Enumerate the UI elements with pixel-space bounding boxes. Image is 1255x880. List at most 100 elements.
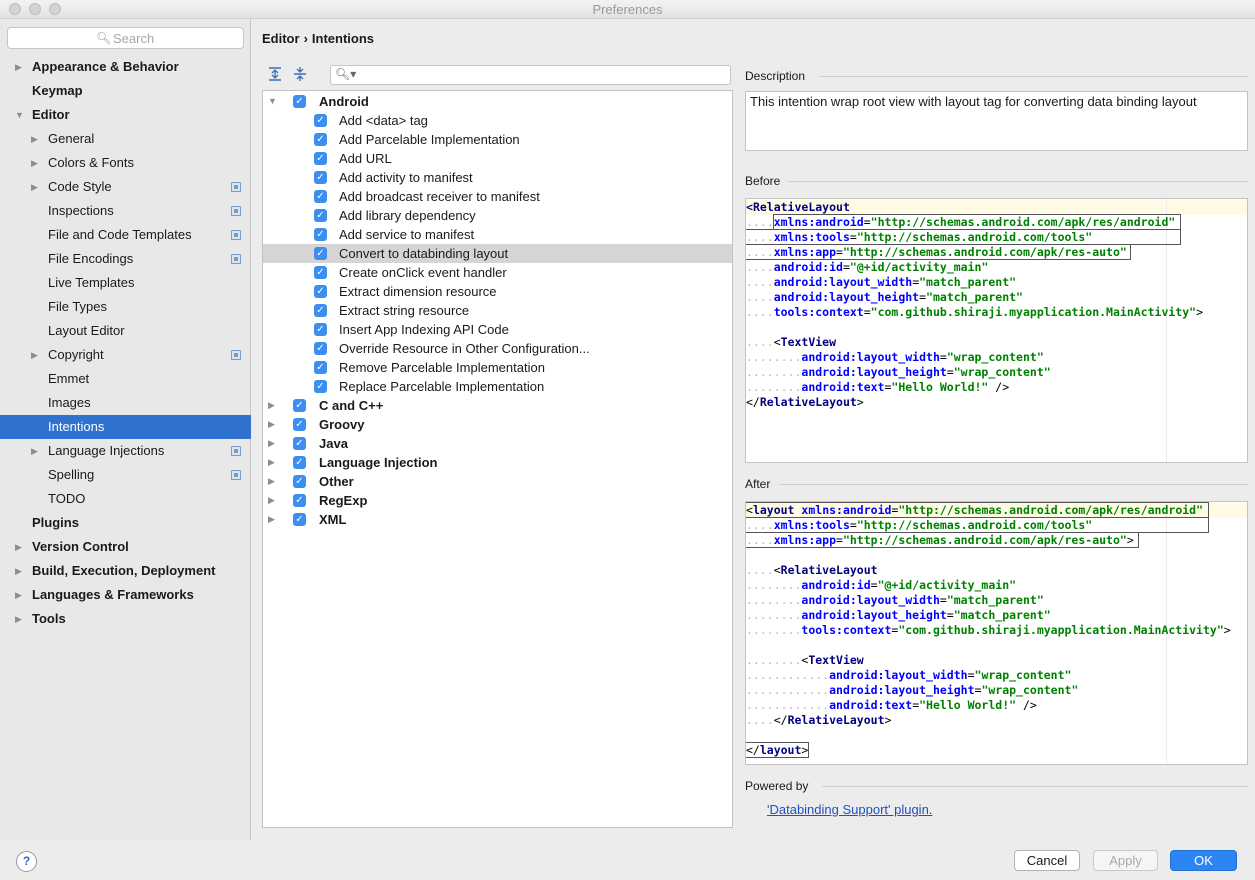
sidebar-item[interactable]: Intentions xyxy=(0,415,251,439)
intention-row[interactable]: ✓ Override Resource in Other Configuratio… xyxy=(263,339,732,358)
sidebar-item[interactable]: ▶ Copyright xyxy=(0,343,251,367)
chevron-down-icon[interactable]: ▼ xyxy=(15,103,24,127)
chevron-right-icon[interactable]: ▶ xyxy=(15,535,22,559)
sidebar-item[interactable]: ▶ Version Control xyxy=(0,535,251,559)
chevron-right-icon[interactable]: ▶ xyxy=(268,472,275,491)
intention-row[interactable]: ▶ ✓ Groovy xyxy=(263,415,732,434)
apply-button[interactable]: Apply xyxy=(1093,850,1158,871)
intention-row[interactable]: ✓ Add <data> tag xyxy=(263,111,732,130)
intention-row[interactable]: ✓ Add library dependency xyxy=(263,206,732,225)
chevron-right-icon[interactable]: ▶ xyxy=(15,559,22,583)
sidebar-item[interactable]: Spelling xyxy=(0,463,251,487)
chevron-right-icon[interactable]: ▶ xyxy=(15,607,22,631)
intention-row[interactable]: ▶ ✓ C and C++ xyxy=(263,396,732,415)
intention-checkbox[interactable]: ✓ xyxy=(314,190,327,203)
intention-checkbox[interactable]: ✓ xyxy=(314,361,327,374)
intention-checkbox[interactable]: ✓ xyxy=(293,513,306,526)
chevron-right-icon[interactable]: ▶ xyxy=(31,439,38,463)
help-button[interactable]: ? xyxy=(16,851,37,872)
chevron-right-icon[interactable]: ▶ xyxy=(15,55,22,79)
chevron-right-icon[interactable]: ▶ xyxy=(268,453,275,472)
intention-row[interactable]: ✓ Add service to manifest xyxy=(263,225,732,244)
sidebar-item[interactable]: ▶ Build, Execution, Deployment xyxy=(0,559,251,583)
intention-row[interactable]: ✓ Add broadcast receiver to manifest xyxy=(263,187,732,206)
intention-checkbox[interactable]: ✓ xyxy=(314,228,327,241)
code-token: RelativeLayout xyxy=(759,395,857,409)
chevron-right-icon[interactable]: ▶ xyxy=(268,510,275,529)
sidebar-item[interactable]: File Encodings xyxy=(0,247,251,271)
sidebar-item[interactable]: ▶ Tools xyxy=(0,607,251,631)
sidebar-item[interactable]: ▶ Code Style xyxy=(0,175,251,199)
intention-checkbox[interactable]: ✓ xyxy=(293,418,306,431)
sidebar-item[interactable]: ▶ Languages & Frameworks xyxy=(0,583,251,607)
intention-checkbox[interactable]: ✓ xyxy=(293,437,306,450)
chevron-right-icon[interactable]: ▶ xyxy=(31,151,38,175)
sidebar-item[interactable]: Layout Editor xyxy=(0,319,251,343)
sidebar-item[interactable]: File Types xyxy=(0,295,251,319)
collapse-all-icon[interactable] xyxy=(292,66,308,82)
chevron-right-icon[interactable]: ▶ xyxy=(31,127,38,151)
intention-checkbox[interactable]: ✓ xyxy=(314,114,327,127)
intention-row[interactable]: ▼ ✓ Android xyxy=(263,92,732,111)
intention-checkbox[interactable]: ✓ xyxy=(293,399,306,412)
intention-row[interactable]: ▶ ✓ Other xyxy=(263,472,732,491)
sidebar-item[interactable]: Inspections xyxy=(0,199,251,223)
intention-checkbox[interactable]: ✓ xyxy=(293,475,306,488)
intention-checkbox[interactable]: ✓ xyxy=(293,456,306,469)
sidebar-item[interactable]: Images xyxy=(0,391,251,415)
intention-checkbox[interactable]: ✓ xyxy=(314,133,327,146)
intention-row[interactable]: ▶ ✓ XML xyxy=(263,510,732,529)
intention-checkbox[interactable]: ✓ xyxy=(314,342,327,355)
intention-checkbox[interactable]: ✓ xyxy=(314,266,327,279)
intention-checkbox[interactable]: ✓ xyxy=(314,304,327,317)
chevron-right-icon[interactable]: ▶ xyxy=(268,415,275,434)
chevron-right-icon[interactable]: ▶ xyxy=(31,343,38,367)
intention-row[interactable]: ✓ Replace Parcelable Implementation xyxy=(263,377,732,396)
sidebar-item[interactable]: ▼ Editor xyxy=(0,103,251,127)
intention-checkbox[interactable]: ✓ xyxy=(314,285,327,298)
intention-checkbox[interactable]: ✓ xyxy=(314,380,327,393)
chevron-right-icon[interactable]: ▶ xyxy=(15,583,22,607)
sidebar-item[interactable]: ▶ Language Injections xyxy=(0,439,251,463)
intention-filter-input[interactable]: 🔍︎▾ xyxy=(330,65,731,85)
chevron-right-icon[interactable]: ▶ xyxy=(268,434,275,453)
intention-checkbox[interactable]: ✓ xyxy=(293,95,306,108)
intention-checkbox[interactable]: ✓ xyxy=(314,152,327,165)
sidebar-item[interactable]: ▶ Appearance & Behavior xyxy=(0,55,251,79)
chevron-right-icon[interactable]: ▶ xyxy=(31,175,38,199)
intention-row[interactable]: ✓ Convert to databinding layout xyxy=(263,244,732,263)
cancel-button[interactable]: Cancel xyxy=(1014,850,1080,871)
intention-checkbox[interactable]: ✓ xyxy=(314,209,327,222)
sidebar-item[interactable]: ▶ General xyxy=(0,127,251,151)
chevron-down-icon[interactable]: ▼ xyxy=(268,92,277,111)
intention-row[interactable]: ▶ ✓ RegExp xyxy=(263,491,732,510)
chevron-right-icon[interactable]: ▶ xyxy=(268,491,275,510)
sidebar-item[interactable]: ▶ Colors & Fonts xyxy=(0,151,251,175)
intention-checkbox[interactable]: ✓ xyxy=(314,247,327,260)
sidebar-item[interactable]: Plugins xyxy=(0,511,251,535)
intention-row[interactable]: ✓ Insert App Indexing API Code xyxy=(263,320,732,339)
expand-all-icon[interactable] xyxy=(267,66,283,82)
intention-row[interactable]: ✓ Add Parcelable Implementation xyxy=(263,130,732,149)
ok-button[interactable]: OK xyxy=(1170,850,1237,871)
chevron-right-icon[interactable]: ▶ xyxy=(268,396,275,415)
code-token: RelativeLayout xyxy=(752,200,850,214)
intention-checkbox[interactable]: ✓ xyxy=(314,171,327,184)
intention-row[interactable]: ✓ Extract dimension resource xyxy=(263,282,732,301)
sidebar-item[interactable]: Live Templates xyxy=(0,271,251,295)
intention-row[interactable]: ✓ Create onClick event handler xyxy=(263,263,732,282)
intention-row[interactable]: ▶ ✓ Java xyxy=(263,434,732,453)
plugin-link[interactable]: 'Databinding Support' plugin. xyxy=(767,802,932,817)
sidebar-item[interactable]: Emmet xyxy=(0,367,251,391)
intention-row[interactable]: ✓ Remove Parcelable Implementation xyxy=(263,358,732,377)
sidebar-item[interactable]: File and Code Templates xyxy=(0,223,251,247)
settings-search-input[interactable]: 🔍︎ Search xyxy=(7,27,244,49)
sidebar-item[interactable]: Keymap xyxy=(0,79,251,103)
intention-row[interactable]: ✓ Add URL xyxy=(263,149,732,168)
sidebar-item[interactable]: TODO xyxy=(0,487,251,511)
intention-row[interactable]: ▶ ✓ Language Injection xyxy=(263,453,732,472)
intention-row[interactable]: ✓ Extract string resource xyxy=(263,301,732,320)
intention-row[interactable]: ✓ Add activity to manifest xyxy=(263,168,732,187)
intention-checkbox[interactable]: ✓ xyxy=(293,494,306,507)
intention-checkbox[interactable]: ✓ xyxy=(314,323,327,336)
